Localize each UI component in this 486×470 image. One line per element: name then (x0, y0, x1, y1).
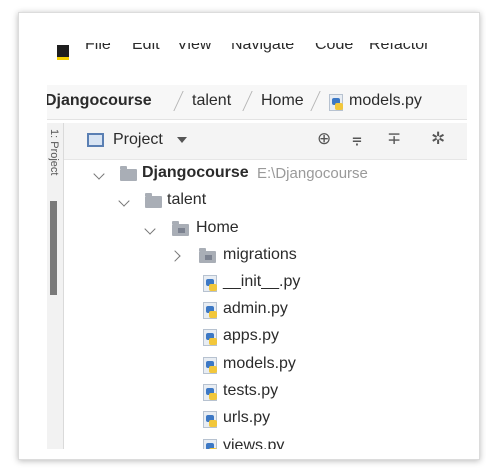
chevron-down-icon[interactable] (144, 223, 156, 235)
breadcrumb-separator (165, 91, 184, 111)
python-file-icon (329, 94, 343, 111)
tree-file-label: models.py (223, 355, 296, 372)
tree-node-root[interactable]: Djangocourse E:\Djangocourse (47, 163, 467, 189)
tree-file-views[interactable]: views.py (47, 436, 467, 449)
chevron-right-icon[interactable] (169, 250, 181, 262)
tree-node-label: Djangocourse (142, 164, 249, 181)
menu-edit[interactable]: Edit (132, 43, 160, 54)
tree-file-label: tests.py (223, 382, 279, 399)
collapse-all-icon[interactable]: ⩦ (352, 129, 362, 149)
breadcrumb-separator (302, 91, 321, 111)
breadcrumb: Djangocourse talent Home models.py (47, 85, 467, 120)
project-view-icon (87, 133, 104, 147)
python-file-icon (203, 275, 217, 292)
tree-file-tests[interactable]: tests.py (47, 381, 467, 407)
tree-node-label: migrations (223, 246, 297, 263)
python-file-icon (203, 302, 217, 319)
tree-node-talent[interactable]: talent (47, 190, 467, 216)
breadcrumb-item-file[interactable]: models.py (349, 92, 422, 110)
tree-node-home[interactable]: Home (47, 218, 467, 244)
chevron-down-icon[interactable] (118, 195, 130, 207)
folder-icon (145, 193, 162, 208)
locate-icon[interactable]: ⊕ (317, 129, 331, 149)
pycharm-logo-icon (57, 45, 69, 60)
breadcrumb-item-talent[interactable]: talent (192, 92, 231, 110)
tree-file-label: apps.py (223, 327, 280, 344)
chevron-down-icon[interactable] (177, 137, 187, 143)
tree-node-label: talent (167, 191, 207, 208)
package-folder-icon (172, 221, 189, 236)
breadcrumb-item-project[interactable]: Djangocourse (47, 92, 152, 110)
tree-node-migrations[interactable]: migrations (47, 245, 467, 271)
package-folder-icon (199, 248, 216, 263)
tree-file-label: __init__.py (223, 273, 301, 290)
screenshot-card: File Edit View Navigate Code Refactor Dj… (18, 12, 480, 460)
settings-gear-icon[interactable]: ✲ (431, 129, 445, 149)
tree-file-urls[interactable]: urls.py (47, 408, 467, 434)
page-background: File Edit View Navigate Code Refactor Dj… (0, 0, 486, 470)
menu-file[interactable]: File (85, 43, 111, 54)
menu-view[interactable]: View (177, 43, 211, 54)
python-file-icon (203, 384, 217, 401)
menu-navigate[interactable]: Navigate (231, 43, 294, 54)
chevron-down-icon[interactable] (93, 168, 105, 180)
tree-node-label: Home (196, 219, 239, 236)
python-file-icon (203, 439, 217, 449)
tree-file-label: urls.py (223, 409, 271, 426)
folder-icon (120, 166, 137, 181)
expand-all-icon[interactable]: ∓ (387, 129, 401, 149)
tree-file-init[interactable]: __init__.py (47, 272, 467, 298)
python-file-icon (203, 357, 217, 374)
breadcrumb-separator (234, 91, 253, 111)
breadcrumb-item-home[interactable]: Home (261, 92, 304, 110)
tree-file-admin[interactable]: admin.py (47, 299, 467, 325)
menu-code[interactable]: Code (315, 43, 353, 54)
menu-refactor[interactable]: Refactor (369, 43, 429, 54)
tree-file-label: views.py (223, 437, 285, 449)
python-file-icon (203, 329, 217, 346)
tree-file-apps[interactable]: apps.py (47, 326, 467, 352)
python-file-icon (203, 411, 217, 428)
tree-node-path: E:\Djangocourse (257, 165, 368, 182)
tree-file-label: admin.py (223, 300, 288, 317)
tree-file-models[interactable]: models.py (47, 354, 467, 380)
ide-window: File Edit View Navigate Code Refactor Dj… (47, 43, 467, 449)
project-view-selector[interactable]: Project (113, 131, 163, 149)
menu-bar: File Edit View Navigate Code Refactor (47, 43, 467, 67)
